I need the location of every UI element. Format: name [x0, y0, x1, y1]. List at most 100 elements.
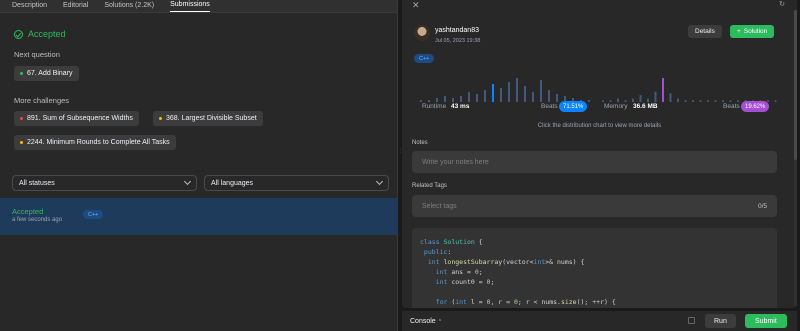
distribution-bar: [624, 100, 627, 102]
solution-button[interactable]: + Solution: [730, 25, 775, 38]
drag-handle-icon[interactable]: ⋮: [398, 148, 403, 154]
distribution-bar: [540, 80, 542, 102]
memory-beats-badge: 19.62%: [741, 101, 770, 112]
chevron-down-icon: [183, 177, 192, 186]
distribution-bar: [722, 100, 724, 102]
submission-row[interactable]: Accepted a few seconds ago C++: [0, 198, 398, 235]
tab-description[interactable]: Description: [12, 2, 47, 12]
console-label: Console: [410, 318, 436, 325]
tab-solutions[interactable]: Solutions (2.2K): [104, 2, 154, 12]
challenge-label: 891. Sum of Subsequence Widths: [27, 115, 133, 122]
code-line: class Solution {: [420, 238, 483, 246]
distribution-bar: [684, 100, 687, 102]
distribution-bar: [500, 88, 502, 102]
distribution-bar: [662, 78, 664, 102]
close-icon[interactable]: ✕: [412, 0, 420, 11]
run-button[interactable]: Run: [705, 314, 736, 328]
submit-button[interactable]: Submit: [745, 314, 787, 328]
distribution-bar: [524, 86, 526, 102]
result-header: Accepted: [14, 29, 66, 39]
distribution-bar: [508, 82, 510, 102]
distribution-bar: [428, 100, 430, 102]
keyboard-icon[interactable]: [688, 317, 695, 324]
distribution-bar: [452, 98, 454, 102]
distribution-bar: [444, 96, 446, 102]
bottom-bar: Console ^ Run Submit: [402, 311, 797, 331]
language-badge: C++: [414, 54, 435, 63]
distribution-bar: [639, 95, 642, 102]
more-challenges-title: More challenges: [14, 96, 70, 105]
tags-placeholder: Select tags: [422, 202, 457, 210]
status-filter-value: All statuses: [19, 179, 55, 187]
scrollbar[interactable]: [794, 10, 797, 306]
code-viewer[interactable]: class Solution { public: int longestSuba…: [412, 228, 777, 308]
difficulty-dot: [20, 141, 23, 144]
runtime-beats-label: Beats: [541, 103, 558, 110]
left-panel: Description Editorial Solutions (2.2K) S…: [0, 0, 398, 331]
distribution-bar: [647, 98, 649, 102]
challenge-chip[interactable]: 891. Sum of Subsequence Widths: [14, 111, 139, 126]
chevron-down-icon: [375, 177, 384, 186]
challenge-label: 2244. Minimum Rounds to Complete All Tas…: [27, 139, 170, 146]
status-filter-select[interactable]: All statuses: [12, 175, 197, 191]
submission-date: Jul 05, 2023 19:38: [435, 38, 481, 44]
code-line: int count0 = 0;: [435, 278, 495, 286]
submission-time: a few seconds ago: [12, 217, 63, 223]
code-line: int longestSubarray(vector<int>& nums) {: [427, 258, 585, 266]
difficulty-dot: [20, 117, 23, 120]
console-toggle[interactable]: Console ^: [410, 318, 441, 325]
distribution-bar: [714, 100, 717, 102]
distribution-bar: [492, 84, 494, 102]
challenge-label: 368. Largest Divisible Subset: [166, 115, 257, 122]
distribution-bar: [602, 100, 604, 102]
distribution-bar: [532, 92, 534, 102]
next-question-title: Next question: [14, 50, 60, 59]
memory-label: Memory: [604, 103, 628, 110]
distribution-bar: [774, 100, 777, 102]
distribution-bar: [669, 93, 672, 102]
language-filter-select[interactable]: All languages: [204, 175, 389, 191]
solution-button-label: Solution: [743, 28, 768, 35]
submission-status: Accepted: [12, 207, 44, 216]
submission-detail-panel: ✕ ↻ yashtandan83 Jul 05, 2023 19:38 Deta…: [402, 0, 797, 308]
details-button[interactable]: Details: [688, 25, 722, 38]
distribution-bar: [692, 100, 694, 102]
stats-row: Runtime 43 ms Beats 71.51% Memory 36.6 M…: [414, 101, 784, 113]
distribution-bar: [588, 100, 590, 102]
notes-label: Notes: [412, 140, 428, 146]
tab-submissions[interactable]: Submissions: [170, 1, 210, 12]
distribution-bar: [617, 98, 619, 102]
next-question-chip[interactable]: 67. Add Binary: [14, 66, 79, 81]
memory-value: 36.6 MB: [633, 103, 658, 110]
username[interactable]: yashtandan83: [435, 27, 479, 34]
tab-editorial[interactable]: Editorial: [63, 2, 88, 12]
distribution-bar: [632, 98, 634, 102]
distribution-bar: [468, 92, 470, 102]
distribution-bar: [654, 91, 657, 102]
distribution-bar: [737, 100, 739, 102]
runtime-label: Runtime: [422, 103, 447, 110]
tags-counter: 0/5: [757, 202, 767, 210]
chevron-up-icon: ^: [438, 319, 442, 325]
refresh-icon[interactable]: ↻: [779, 0, 785, 8]
distribution-bar: [729, 100, 732, 102]
distribution-bar: [699, 100, 702, 102]
submission-language-badge: C++: [83, 210, 104, 219]
distribution-bar: [548, 90, 550, 102]
notes-field[interactable]: Write your notes here: [412, 151, 777, 173]
tags-select[interactable]: Select tags 0/5: [412, 195, 777, 217]
code-line: int ans = 0;: [435, 268, 483, 276]
avatar[interactable]: [414, 25, 430, 41]
result-status: Accepted: [28, 29, 66, 39]
panel-splitter[interactable]: [398, 0, 401, 331]
challenge-chip[interactable]: 2244. Minimum Rounds to Complete All Tas…: [14, 135, 176, 150]
distribution-chart[interactable]: [412, 74, 785, 102]
related-tags-label: Related Tags: [412, 183, 447, 189]
distribution-bar: [476, 94, 478, 102]
runtime-beats-badge: 71.51%: [559, 101, 588, 112]
scrollbar-thumb[interactable]: [794, 10, 797, 160]
challenge-chip[interactable]: 368. Largest Divisible Subset: [153, 111, 263, 126]
difficulty-dot: [20, 72, 23, 75]
distribution-bar: [420, 100, 422, 102]
distribution-bar: [677, 98, 679, 102]
